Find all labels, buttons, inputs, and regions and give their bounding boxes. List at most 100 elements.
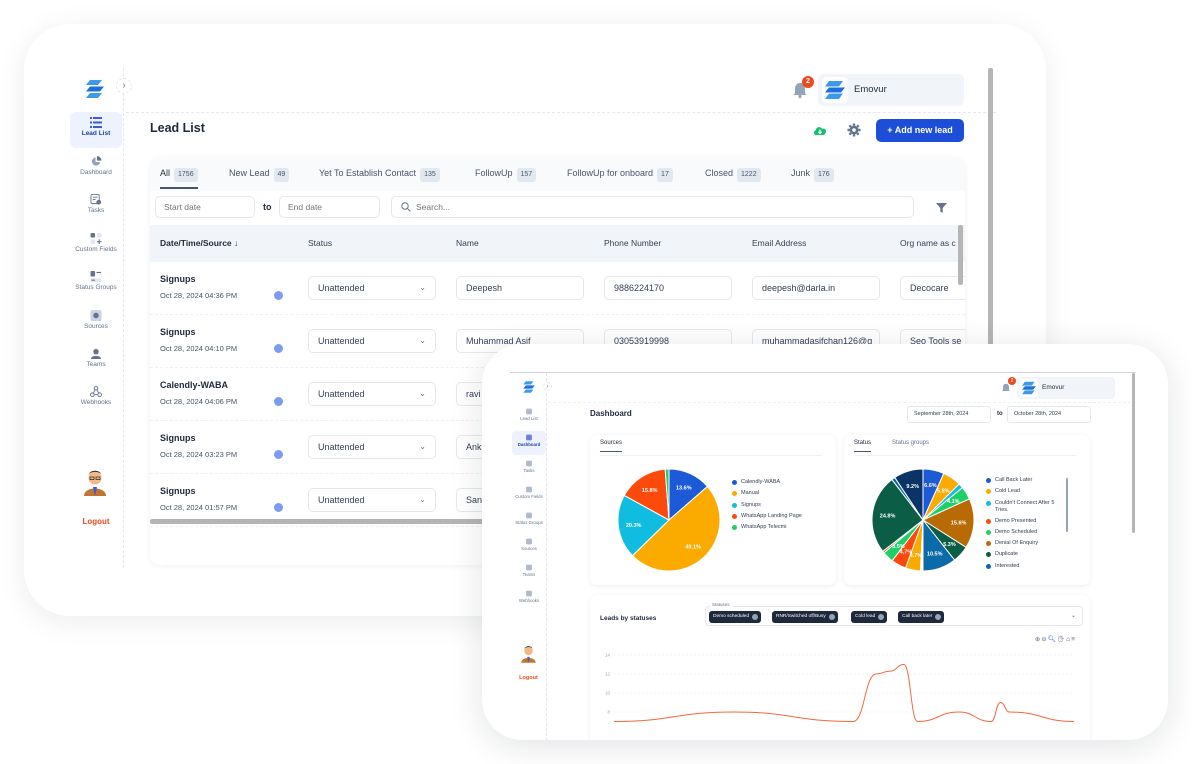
sidebar-item-webhooks[interactable]: Webhooks: [512, 587, 546, 611]
phone-field[interactable]: 9886224170: [604, 276, 732, 300]
chevron-down-icon[interactable]: ⌄: [1071, 612, 1076, 619]
tab-new-lead[interactable]: New Lead 49: [229, 157, 290, 189]
end-date-input[interactable]: [279, 196, 380, 218]
status-chip[interactable]: Call back later: [898, 611, 945, 623]
date-from-input[interactable]: September 28th, 2024: [907, 406, 991, 423]
pan-icon[interactable]: ✋︎: [1057, 636, 1066, 643]
sidebar-item-sources[interactable]: Sources: [512, 535, 546, 559]
sidebar-item-webhooks[interactable]: Webhooks: [70, 381, 122, 417]
app-logo-icon[interactable]: [84, 78, 106, 100]
column-header-name[interactable]: Name: [456, 238, 479, 248]
column-header-status[interactable]: Status: [308, 238, 332, 248]
tab-all[interactable]: All 1756: [160, 157, 198, 189]
column-header-org[interactable]: Org name as c: [900, 238, 956, 248]
column-header-date-source[interactable]: Date/Time/Source ↓: [160, 238, 238, 248]
column-header-phone[interactable]: Phone Number: [604, 238, 661, 248]
table-vertical-scrollbar[interactable]: [958, 225, 963, 285]
legend-item[interactable]: Cold Lead: [986, 488, 1062, 499]
remove-chip-icon[interactable]: [878, 614, 885, 620]
legend-item[interactable]: Demo Scheduled: [986, 529, 1062, 540]
legend-scrollbar[interactable]: [1066, 478, 1068, 532]
legend-item[interactable]: Interested: [986, 563, 1062, 574]
status-select[interactable]: Unattended ⌄: [308, 382, 436, 406]
status-select[interactable]: Unattended ⌄: [308, 435, 436, 459]
logout-link[interactable]: Logout: [68, 517, 124, 526]
info-icon[interactable]: [274, 291, 283, 300]
sidebar-item-lead-list[interactable]: Lead List: [70, 112, 122, 148]
status-chip[interactable]: RNR/Switched off/Busy: [772, 611, 838, 623]
add-new-lead-button[interactable]: + Add new lead: [876, 119, 964, 142]
tab-followup[interactable]: FollowUp 157: [475, 157, 537, 189]
settings-gear-icon[interactable]: [846, 122, 862, 138]
leads-line-chart: 14 12 10 8: [605, 653, 1075, 723]
menu-icon[interactable]: ≡: [1071, 636, 1076, 643]
legend-item[interactable]: Call Back Later: [986, 477, 1062, 488]
remove-chip-icon[interactable]: [828, 614, 835, 620]
tab-sources[interactable]: Sources: [600, 440, 623, 452]
sidebar-collapse-button[interactable]: ›: [116, 78, 132, 94]
search-field[interactable]: [391, 196, 914, 218]
sidebar-item-sources[interactable]: Sources: [70, 305, 122, 341]
legend-item[interactable]: WhatsApp Landing Page: [732, 513, 802, 524]
status-select[interactable]: Unattended ⌄: [308, 276, 436, 300]
app-logo-icon[interactable]: [522, 380, 536, 394]
notifications-button[interactable]: 2: [790, 76, 814, 100]
start-date-input[interactable]: [155, 196, 255, 218]
status-chip[interactable]: Cold lead: [851, 611, 888, 623]
sidebar-item-teams[interactable]: Teams: [70, 343, 122, 379]
legend-item[interactable]: Demo Presented: [986, 518, 1062, 529]
email-field[interactable]: deepesh@darla.in: [752, 276, 880, 300]
sidebar-item-dashboard[interactable]: Dashboard: [70, 151, 122, 187]
name-field[interactable]: Deepesh: [456, 276, 584, 300]
tab-followup-for-onboard[interactable]: FollowUp for onboard 17: [567, 157, 673, 189]
sidebar-item-tasks[interactable]: Tasks: [512, 457, 546, 481]
remove-chip-icon[interactable]: [935, 614, 942, 620]
remove-chip-icon[interactable]: [752, 614, 758, 620]
sidebar-item-status-groups[interactable]: Status Groups: [512, 509, 546, 533]
org-switcher[interactable]: Emovur: [818, 74, 964, 106]
user-avatar[interactable]: [82, 466, 108, 496]
magnify-icon[interactable]: 🔍︎: [1048, 636, 1057, 643]
legend-item[interactable]: WhatsApp Telecmi: [732, 524, 802, 535]
sidebar-item-custom-fields[interactable]: Custom Fields: [70, 228, 122, 264]
table-row[interactable]: Signups Oct 28, 2024 04:36 PM Unattended ⌄ D…: [150, 262, 965, 315]
date-to-input[interactable]: October 28th, 2024: [1007, 406, 1091, 423]
download-cloud-icon[interactable]: [812, 122, 828, 138]
info-icon[interactable]: [274, 450, 283, 459]
search-input[interactable]: [416, 199, 896, 215]
column-header-email[interactable]: Email Address: [752, 238, 806, 248]
page-vertical-scrollbar[interactable]: [1132, 373, 1135, 533]
legend-item[interactable]: Denial Of Enquiry: [986, 540, 1062, 551]
sidebar-item-tasks[interactable]: Tasks: [70, 189, 122, 225]
info-icon[interactable]: [274, 503, 283, 512]
info-icon[interactable]: [274, 344, 283, 353]
chart-toolbar[interactable]: ⊕⊖🔍︎✋︎⌂≡: [1035, 635, 1076, 643]
sidebar-collapse-button[interactable]: ›: [543, 382, 552, 391]
tab-junk[interactable]: Junk 176: [791, 157, 834, 189]
legend-item[interactable]: Calendly-WABA: [732, 479, 802, 490]
tab-closed[interactable]: Closed 1222: [705, 157, 761, 189]
legend-item[interactable]: Manual: [732, 490, 802, 501]
logout-link[interactable]: Logout: [510, 675, 547, 681]
legend-item[interactable]: Couldn't Connect After 5 Tries.: [986, 500, 1062, 518]
info-icon[interactable]: [274, 397, 283, 406]
tab-yet-to-establish-contact[interactable]: Yet To Establish Contact 135: [319, 157, 440, 189]
legend-item[interactable]: Signups: [732, 502, 802, 513]
user-avatar[interactable]: [520, 643, 537, 663]
sidebar-item-status-groups[interactable]: Status Groups: [70, 266, 122, 302]
tab-status[interactable]: Status: [854, 440, 872, 452]
status-select[interactable]: Unattended ⌄: [308, 488, 436, 512]
sidebar-item-dashboard[interactable]: Dashboard: [512, 431, 546, 455]
sidebar-item-custom-fields[interactable]: Custom Fields: [512, 483, 546, 507]
status-select[interactable]: Unattended ⌄: [308, 329, 436, 353]
legend-item[interactable]: Duplicate: [986, 551, 1062, 562]
status-chip[interactable]: Demo scheduled: [709, 611, 761, 623]
org-switcher[interactable]: Emovur: [1017, 377, 1115, 399]
statuses-multiselect[interactable]: Statuses Demo scheduled RNR/Switched off/…: [705, 602, 1083, 626]
tab-status-groups[interactable]: Status groups: [892, 440, 929, 451]
sidebar-item-teams[interactable]: Teams: [512, 561, 546, 585]
notifications-button[interactable]: 2: [1000, 377, 1016, 393]
sidebar-item-lead-list[interactable]: Lead List: [512, 405, 546, 429]
org-field[interactable]: Decocare: [900, 276, 965, 300]
filter-icon[interactable]: [936, 203, 947, 213]
